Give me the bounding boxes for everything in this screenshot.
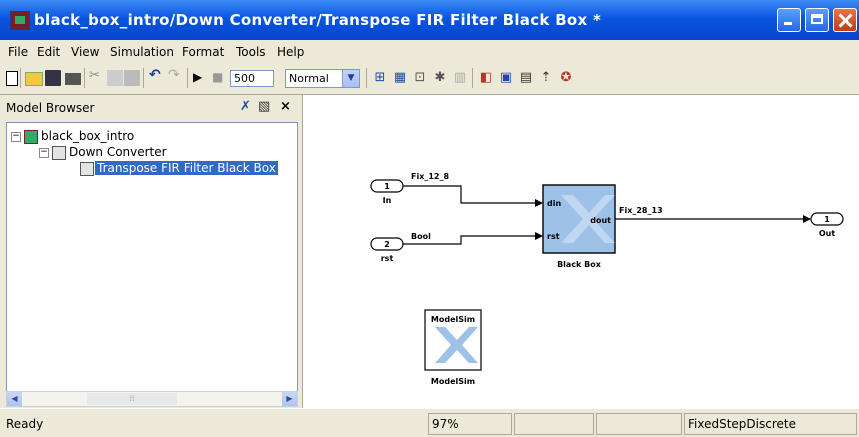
model-browser-header: Model Browser ✗ ▧ × [0,95,302,121]
modelsim-label: ModelSim [431,377,475,386]
blackbox-port-din: din [547,199,561,208]
signal-label-in: Fix_12_8 [411,172,450,181]
model-icon [24,130,38,144]
model-explorer-icon[interactable]: ⊡ [412,70,428,86]
scrollbar-thumb[interactable]: ⁞⁞ [87,393,177,405]
outport-out-number: 1 [824,215,830,224]
subsystem-icon [80,162,94,176]
minimize-button[interactable] [777,8,801,32]
menu-edit[interactable]: Edit [37,45,60,59]
outport-out-label: Out [819,229,835,238]
toolbar-separator [20,68,21,88]
collapse-icon[interactable]: − [39,148,49,158]
undo-icon[interactable]: ↶ [149,67,165,83]
cut-icon[interactable]: ✂ [89,68,105,84]
navigate-icon[interactable]: ✪ [558,70,574,86]
model-browser-pane: Model Browser ✗ ▧ × − black_box_intro − … [0,95,302,408]
toolbar-separator [187,68,188,88]
close-button[interactable] [833,8,857,32]
signal-label-rst: Bool [411,232,431,241]
simulation-mode-value: Normal [289,72,329,85]
menu-help[interactable]: Help [277,45,304,59]
open-folder-icon[interactable] [25,72,43,86]
horizontal-scrollbar[interactable]: ◀ ⁞⁞ ▶ [6,391,298,407]
model-canvas[interactable]: 1 In 2 rst Fix_12_8 Bool Fix_28_13 din r… [302,95,859,408]
status-empty-2 [596,413,682,435]
model-browser-title: Model Browser [6,101,95,115]
maximize-button[interactable] [805,8,829,32]
diagram-svg: 1 In 2 rst Fix_12_8 Bool Fix_28_13 din r… [370,172,844,386]
paste-icon[interactable] [124,70,140,86]
collapse-icon[interactable]: − [11,132,21,142]
arrowhead-din [535,199,543,207]
arrowhead-rst [535,232,543,240]
start-simulation-icon[interactable]: ▶ [193,70,209,86]
modelsim-inner-label: ModelSim [431,315,475,324]
inport-rst-number: 2 [384,240,390,249]
status-solver: FixedStepDiscrete [684,413,857,435]
menu-format[interactable]: Format [182,45,224,59]
blackbox-port-dout: dout [590,216,611,225]
inport-in-number: 1 [384,182,390,191]
scroll-right-icon[interactable]: ▶ [282,392,297,406]
go-to-parent-icon[interactable]: ⇡ [538,70,554,86]
stop-simulation-icon[interactable]: ■ [212,70,228,86]
title-bar: black_box_intro/Down Converter/Transpose… [0,0,859,40]
window-title: black_box_intro/Down Converter/Transpose… [34,11,602,29]
blackbox-port-rst: rst [547,232,560,241]
menu-view[interactable]: View [71,45,99,59]
menu-tools[interactable]: Tools [236,45,266,59]
chevron-down-icon[interactable]: ▼ [342,70,359,87]
menu-file[interactable]: File [8,45,28,59]
toolbar-separator [472,68,473,88]
stop-time-input[interactable]: 500 [230,70,274,87]
tree-label-child: Down Converter [69,145,167,159]
copy-icon[interactable] [107,70,123,86]
toolbar-separator [84,68,85,88]
scroll-left-icon[interactable]: ◀ [7,392,22,406]
model-tree: − black_box_intro − Down Converter Trans… [6,122,298,392]
status-empty-1 [514,413,594,435]
close-browser-icon[interactable]: × [280,100,291,114]
tree-label-root: black_box_intro [41,129,135,143]
new-model-icon[interactable] [6,71,18,86]
show-library-links-icon[interactable]: ✗ [240,100,251,114]
status-bar: Ready 97% FixedStepDiscrete [0,408,859,437]
debugger-icon[interactable]: ✱ [432,70,448,86]
status-zoom: 97% [428,413,512,435]
arrowhead-dout [803,215,811,223]
signal-label-out: Fix_28_13 [619,206,663,215]
toolbar: ✂ ↶ ↷ ▶ ■ 500 Normal ▼ ⊞ ▦ ⊡ ✱ ▥ ◧ ▣ ▤ ⇡… [0,64,859,95]
tree-node-grandchild[interactable]: Transpose FIR Filter Black Box [67,161,295,177]
inport-in-label: In [383,196,392,205]
redo-icon[interactable]: ↷ [168,67,184,83]
library-browser-icon[interactable]: ◧ [478,70,494,86]
save-icon[interactable] [45,70,61,86]
signal-line-din[interactable] [403,185,535,204]
print-icon[interactable] [65,73,81,85]
menu-bar: File Edit View Simulation Format Tools H… [0,40,859,64]
menu-simulation[interactable]: Simulation [110,45,174,59]
tree-label-grandchild: Transpose FIR Filter Black Box [95,161,278,175]
library-icon[interactable]: ▦ [392,70,408,86]
status-state: Ready [6,417,44,431]
simulation-mode-select[interactable]: Normal ▼ [285,69,360,88]
disabled-tool-icon[interactable]: ▥ [452,70,468,86]
show-masked-subsystems-icon[interactable]: ▧ [258,100,270,114]
toggle-browser-icon[interactable]: ▤ [518,70,534,86]
blackbox-label: Black Box [557,260,602,269]
subsystem-icon [52,146,66,160]
model-browser-icon[interactable]: ▣ [498,70,514,86]
toolbar-separator [143,68,144,88]
toolbar-separator [366,68,367,88]
inport-rst-label: rst [381,254,394,263]
build-icon[interactable]: ⊞ [372,70,388,86]
simulink-app-icon[interactable] [10,11,30,30]
